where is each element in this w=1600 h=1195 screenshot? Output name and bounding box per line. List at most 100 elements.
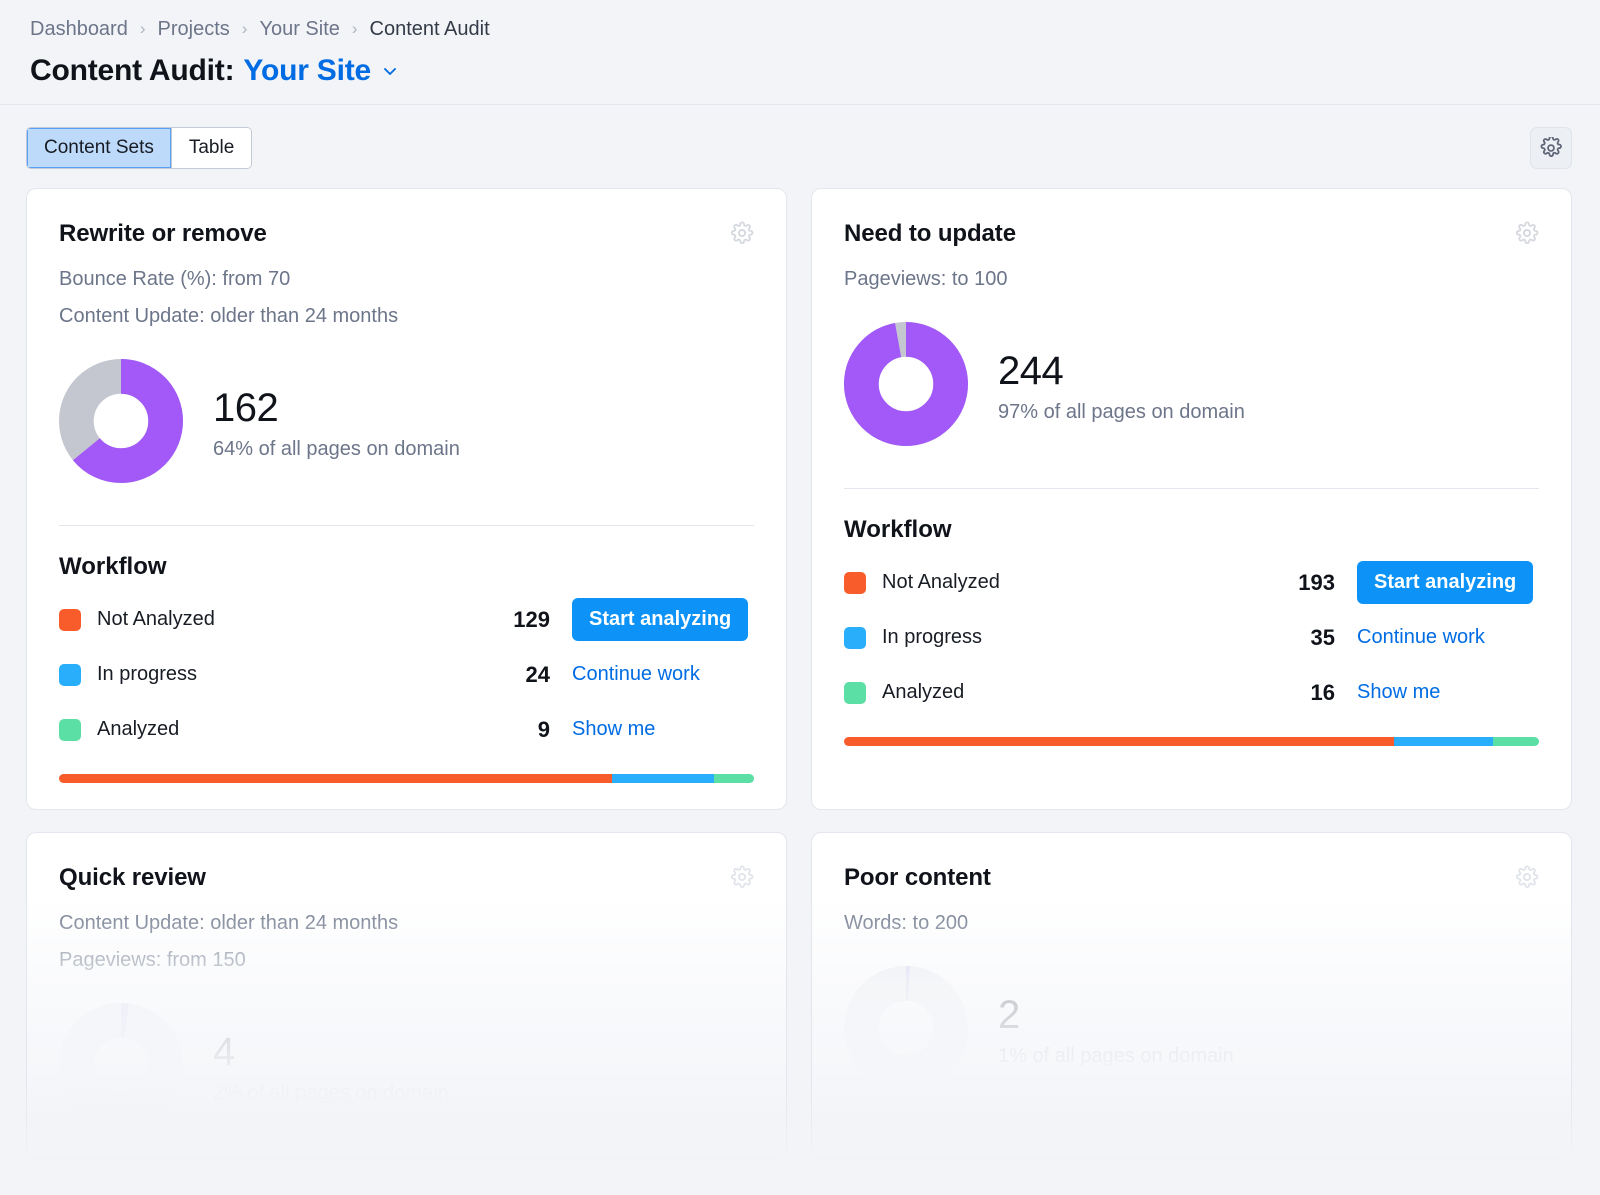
workflow-status-count: 9 bbox=[538, 717, 550, 743]
start-analyzing-button[interactable]: Start analyzing bbox=[1357, 561, 1533, 604]
status-color-swatch bbox=[59, 719, 81, 741]
breadcrumb: Dashboard › Projects › Your Site › Content Aud… bbox=[30, 16, 1570, 42]
progress-segment bbox=[1493, 737, 1539, 746]
card-summary: 21% of all pages on domain bbox=[844, 966, 1539, 1095]
breadcrumb-separator: › bbox=[352, 20, 358, 37]
pages-donut bbox=[59, 359, 183, 488]
continue-work-link[interactable]: Continue work bbox=[572, 653, 700, 696]
card-summary: 162 64% of all pages on domain bbox=[59, 359, 754, 488]
pages-percent-label: 97% of all pages on domain bbox=[998, 399, 1245, 425]
pages-donut bbox=[844, 966, 968, 1095]
continue-work-link[interactable]: Continue work bbox=[1357, 616, 1485, 659]
status-color-swatch bbox=[844, 627, 866, 649]
workflow-status-count: 193 bbox=[1298, 570, 1335, 596]
donut-chart bbox=[844, 966, 968, 1090]
card-summary: 4 2% of all pages on domain bbox=[59, 1003, 754, 1132]
card-title: Rewrite or remove bbox=[59, 219, 267, 249]
workflow-action-cell: Start analyzing bbox=[572, 598, 754, 641]
workflow-row: In progress24Continue work bbox=[59, 647, 754, 702]
tab-content-sets[interactable]: Content Sets bbox=[27, 128, 172, 168]
progress-segment bbox=[714, 774, 754, 783]
status-color-swatch bbox=[59, 609, 81, 631]
progress-segment bbox=[612, 774, 715, 783]
workflow-progress-bar bbox=[844, 737, 1539, 746]
page-title-site[interactable]: Your Site bbox=[243, 52, 371, 90]
donut-info: 4 2% of all pages on domain bbox=[213, 1029, 449, 1106]
breadcrumb-item-your-site[interactable]: Your Site bbox=[259, 16, 339, 42]
donut-chart bbox=[844, 322, 968, 446]
workflow-status-label: In progress bbox=[97, 663, 526, 686]
breadcrumb-item-dashboard[interactable]: Dashboard bbox=[30, 16, 128, 42]
content-set-card: Need to update Pageviews: to 100 244 97% of… bbox=[811, 188, 1572, 810]
workflow-action-cell: Show me bbox=[1357, 671, 1539, 714]
progress-segment bbox=[59, 774, 612, 783]
card-title: Poor content bbox=[844, 863, 991, 893]
pages-percent-label: 2% of all pages on domain bbox=[213, 1080, 449, 1106]
workflow-status-label: Analyzed bbox=[882, 681, 1311, 704]
gear-icon bbox=[1540, 137, 1562, 159]
start-analyzing-button[interactable]: Start analyzing bbox=[572, 598, 748, 641]
donut-info: 21% of all pages on domain bbox=[998, 992, 1234, 1069]
workflow-row: Not Analyzed129 Start analyzing bbox=[59, 592, 754, 647]
view-tabs: Content SetsTable bbox=[26, 127, 252, 169]
gear-icon bbox=[730, 865, 754, 889]
app-stage: Dashboard › Projects › Your Site › Content Aud… bbox=[0, 0, 1600, 1195]
settings-button[interactable] bbox=[1530, 127, 1572, 169]
card-filter: Content Update: older than 24 months bbox=[59, 298, 754, 335]
card-settings-button[interactable] bbox=[730, 865, 754, 894]
card-divider bbox=[59, 525, 754, 526]
progress-segment bbox=[844, 737, 1394, 746]
card-filter: Content Update: older than 24 months bbox=[59, 905, 754, 942]
card-header: Quick review bbox=[59, 863, 754, 894]
workflow-progress-bar bbox=[59, 774, 754, 783]
pages-donut bbox=[59, 1003, 183, 1132]
donut-chart bbox=[59, 359, 183, 483]
chevron-down-icon[interactable] bbox=[381, 62, 399, 80]
pages-donut bbox=[844, 322, 968, 451]
card-filter: Words: to 200 bbox=[844, 905, 1539, 942]
donut-info: 162 64% of all pages on domain bbox=[213, 385, 460, 462]
card-title: Need to update bbox=[844, 219, 1016, 249]
breadcrumb-separator: › bbox=[140, 20, 146, 37]
gear-icon bbox=[1515, 221, 1539, 245]
breadcrumb-item-content-audit: Content Audit bbox=[370, 16, 490, 42]
pages-count: 244 bbox=[998, 348, 1245, 394]
status-color-swatch bbox=[844, 682, 866, 704]
pages-count: 2 bbox=[998, 992, 1234, 1038]
card-filter: Pageviews: from 150 bbox=[59, 942, 754, 979]
content-set-card: Rewrite or remove Bounce Rate (%): from 7… bbox=[26, 188, 787, 810]
card-divider bbox=[844, 488, 1539, 489]
workflow-status-label: Not Analyzed bbox=[97, 608, 513, 631]
show-me-link[interactable]: Show me bbox=[1357, 671, 1440, 714]
pages-count: 162 bbox=[213, 385, 460, 431]
breadcrumb-separator: › bbox=[242, 20, 248, 37]
card-header: Need to update bbox=[844, 219, 1539, 250]
breadcrumb-item-projects[interactable]: Projects bbox=[158, 16, 230, 42]
view-toolbar: Content SetsTable bbox=[0, 105, 1600, 169]
gear-icon bbox=[730, 221, 754, 245]
pages-percent-label: 64% of all pages on domain bbox=[213, 436, 460, 462]
card-settings-button[interactable] bbox=[730, 221, 754, 250]
show-me-link[interactable]: Show me bbox=[572, 708, 655, 751]
card-filters: Pageviews: to 100 bbox=[844, 261, 1539, 298]
card-filters: Bounce Rate (%): from 70Content Update: … bbox=[59, 261, 754, 335]
content-sets-grid: Rewrite or remove Bounce Rate (%): from 7… bbox=[0, 169, 1600, 1159]
workflow-status-count: 129 bbox=[513, 607, 550, 633]
card-settings-button[interactable] bbox=[1515, 865, 1539, 894]
workflow-status-label: In progress bbox=[882, 626, 1311, 649]
card-filter: Pageviews: to 100 bbox=[844, 261, 1539, 298]
card-header: Poor content bbox=[844, 863, 1539, 894]
card-filters: Content Update: older than 24 monthsPage… bbox=[59, 905, 754, 979]
gear-icon bbox=[1515, 865, 1539, 889]
status-color-swatch bbox=[59, 664, 81, 686]
workflow-row: Analyzed9Show me bbox=[59, 702, 754, 757]
pages-count: 4 bbox=[213, 1029, 449, 1075]
workflow-action-cell: Start analyzing bbox=[1357, 561, 1539, 604]
card-filters: Words: to 200 bbox=[844, 905, 1539, 942]
page-title-static: Content Audit: bbox=[30, 52, 234, 90]
workflow-row: In progress35Continue work bbox=[844, 610, 1539, 665]
workflow-action-cell: Continue work bbox=[1357, 616, 1539, 659]
tab-table[interactable]: Table bbox=[172, 128, 251, 168]
card-settings-button[interactable] bbox=[1515, 221, 1539, 250]
card-title: Quick review bbox=[59, 863, 206, 893]
